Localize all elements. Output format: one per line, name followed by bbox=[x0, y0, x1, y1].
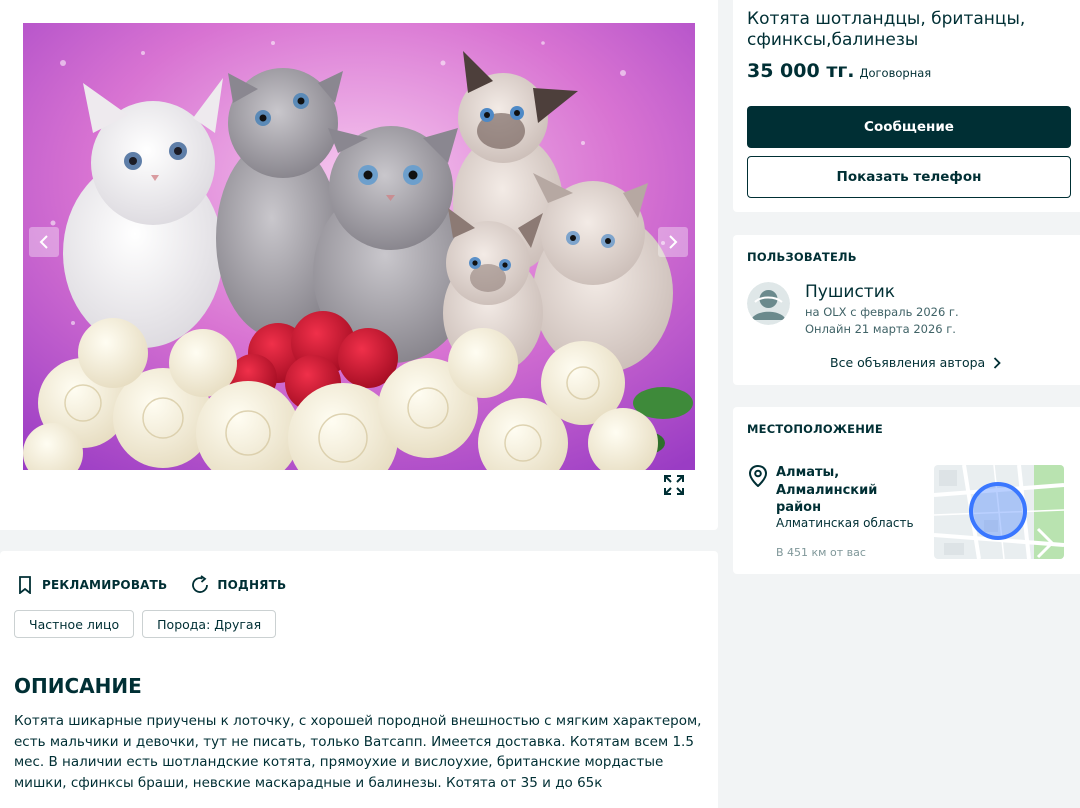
location-section-label: МЕСТОПОЛОЖЕНИЕ bbox=[747, 422, 883, 436]
bookmark-icon bbox=[14, 574, 36, 596]
location-city: Алматы, Алмалинский район bbox=[776, 465, 878, 515]
ad-actions: РЕКЛАМИРОВАТЬ ПОДНЯТЬ bbox=[14, 574, 308, 596]
description-title: ОПИСАНИЕ bbox=[14, 674, 142, 698]
price-row: 35 000 тг. Договорная bbox=[747, 60, 931, 82]
kittens-photo-illustration bbox=[23, 23, 695, 470]
user-last-online: Онлайн 21 марта 2026 г. bbox=[805, 322, 956, 336]
prev-photo-button[interactable] bbox=[29, 227, 59, 257]
location-map[interactable] bbox=[934, 465, 1064, 559]
all-ads-label: Все объявления автора bbox=[830, 355, 986, 370]
refresh-icon bbox=[189, 574, 211, 596]
raise-label: ПОДНЯТЬ bbox=[217, 578, 287, 592]
user-since: на OLX с февраль 2026 г. bbox=[805, 305, 959, 319]
tag-seller-type[interactable]: Частное лицо bbox=[14, 610, 135, 638]
listing-photo[interactable] bbox=[23, 23, 695, 470]
user-avatar-icon bbox=[747, 282, 790, 325]
raise-button[interactable]: ПОДНЯТЬ bbox=[189, 574, 286, 596]
price: 35 000 тг. bbox=[747, 60, 855, 82]
fullscreen-button[interactable] bbox=[660, 471, 688, 499]
all-ads-link[interactable]: Все объявления автора bbox=[830, 355, 1001, 370]
negotiable-label: Договорная bbox=[859, 66, 932, 80]
description-text: Котята шикарные приучены к лоточку, с хо… bbox=[14, 713, 702, 791]
avatar[interactable] bbox=[747, 282, 790, 325]
expand-icon bbox=[664, 475, 684, 495]
tags-list: Частное лицо Порода: Другая bbox=[14, 610, 284, 638]
location-region: Алматинская область bbox=[776, 516, 914, 530]
map-thumbnail bbox=[934, 465, 1064, 559]
offer-title: Котята шотландцы, британцы, сфинксы,бали… bbox=[747, 9, 1026, 50]
location-pin-icon bbox=[748, 464, 768, 488]
message-button[interactable]: Сообщение bbox=[747, 106, 1071, 148]
chevron-left-icon bbox=[39, 235, 48, 249]
promote-label: РЕКЛАМИРОВАТЬ bbox=[42, 578, 168, 592]
location-distance: В 451 км от вас bbox=[776, 546, 866, 559]
show-phone-button[interactable]: Показать телефон bbox=[747, 156, 1071, 198]
chevron-right-icon bbox=[993, 356, 1001, 369]
chevron-right-icon bbox=[669, 235, 678, 249]
next-photo-button[interactable] bbox=[658, 227, 688, 257]
tag-breed[interactable]: Порода: Другая bbox=[142, 610, 277, 638]
promote-button[interactable]: РЕКЛАМИРОВАТЬ bbox=[14, 574, 167, 596]
user-name[interactable]: Пушистик bbox=[805, 282, 895, 302]
user-section-label: ПОЛЬЗОВАТЕЛЬ bbox=[747, 250, 857, 264]
